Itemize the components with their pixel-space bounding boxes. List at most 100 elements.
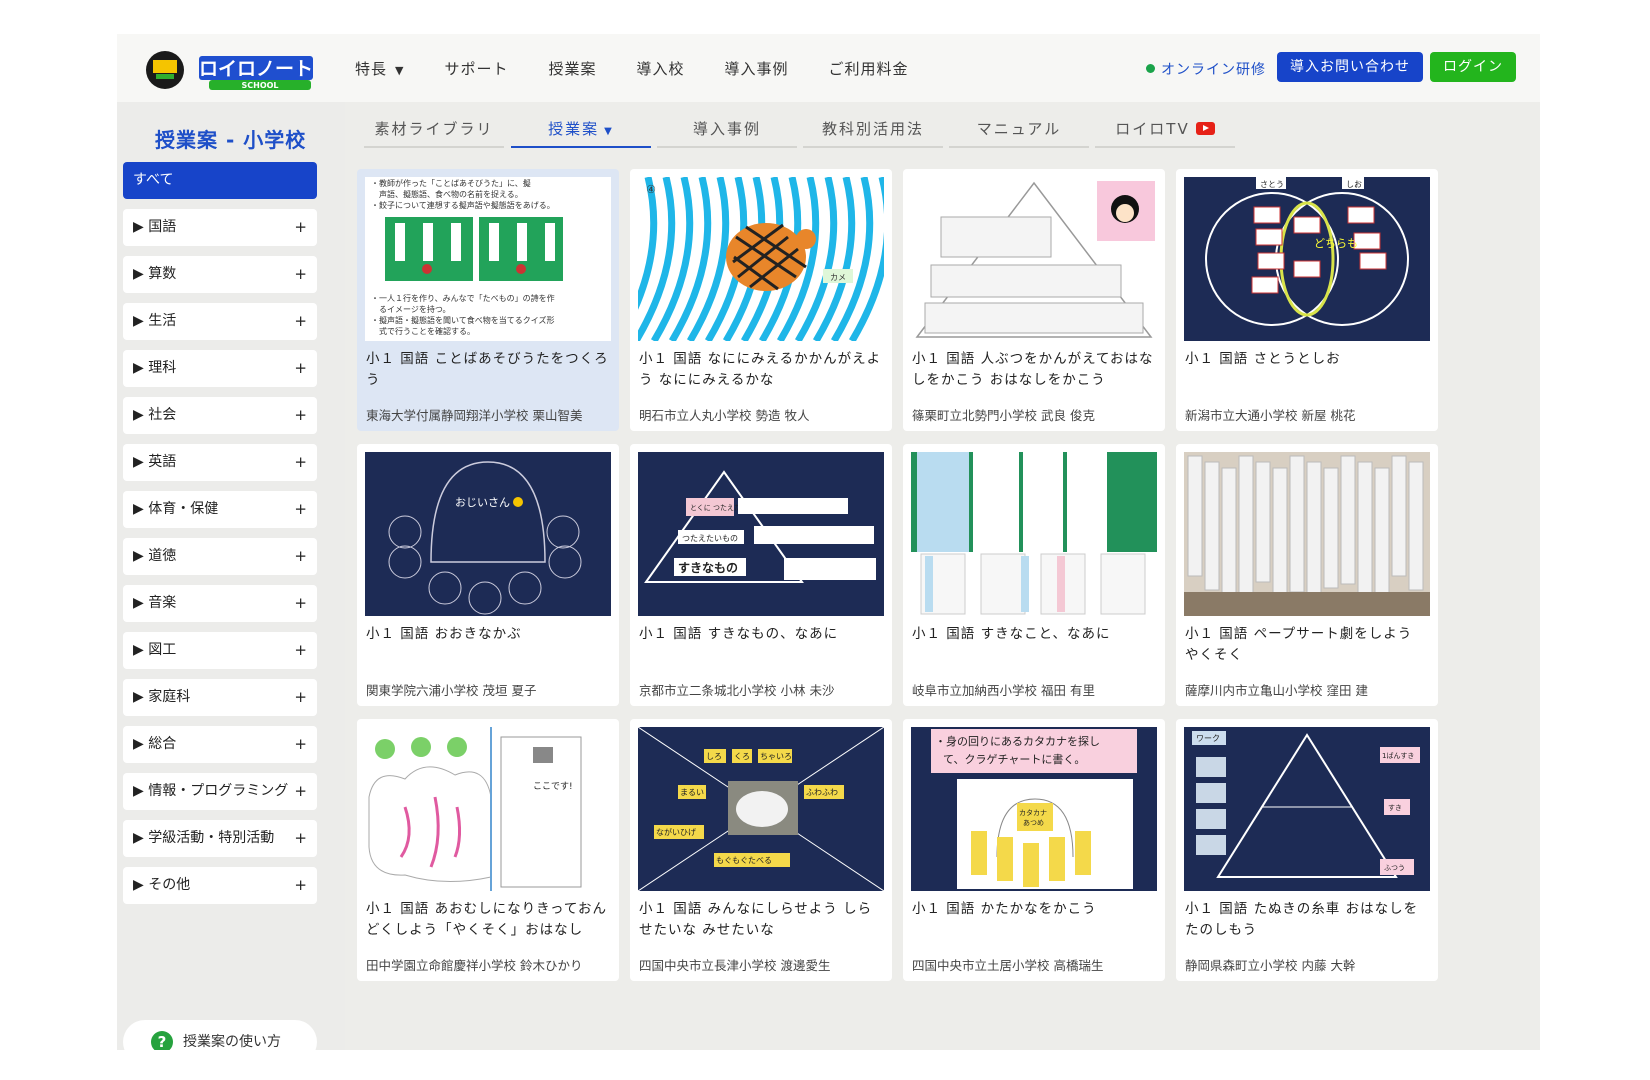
svg-text:しお: しお xyxy=(1346,180,1362,189)
lesson-card[interactable]: さとう しおどちらも小１ 国語 さとうとしお 新潟市立大通小学校 新屋 桃花 xyxy=(1176,169,1438,431)
sidebar-category-item[interactable]: ▶ 体育・保健 + xyxy=(123,491,317,528)
lesson-card[interactable]: ここです! 小１ 国語 あおむしになりきっておんどくしよう「やくそく」おはなしを…… xyxy=(357,719,619,981)
login-button[interactable]: ログイン xyxy=(1430,52,1516,82)
lesson-card[interactable]: しろ くろ ちゃいろ まるい ふわふわ ながいひげ もぐもぐたべる 小１ 国語 みんなにしらせ… xyxy=(630,719,892,981)
svg-text:カタカナ: カタカナ xyxy=(1019,808,1047,817)
logo-sub: SCHOOL xyxy=(241,81,278,90)
svg-text:まるい: まるい xyxy=(680,788,704,797)
sidebar-category-item[interactable]: ▶ 生活 + xyxy=(123,303,317,340)
lesson-thumbnail: とくに つたえたいもの つたえたいもの すきなもの xyxy=(638,452,884,616)
sidebar-category-item[interactable]: すべて xyxy=(123,162,317,199)
sidebar-category-item[interactable]: ▶ 総合 + xyxy=(123,726,317,763)
lesson-card[interactable]: とくに つたえたいもの つたえたいもの すきなもの 小１ 国語 すきなもの、なあに 京都… xyxy=(630,444,892,706)
online-training-link[interactable]: オンライン研修 xyxy=(1146,59,1266,79)
nav-pricing[interactable]: ご利用料金 xyxy=(829,58,909,79)
howto-button[interactable]: ? 授業案の使い方 xyxy=(123,1020,317,1050)
sidebar-category-item[interactable]: ▶ 社会 + xyxy=(123,397,317,434)
category-label: ▶ 図工 xyxy=(133,642,177,658)
lesson-title: 小１ 国語 ことばあそびうたをつくろう xyxy=(366,351,609,388)
plus-icon: + xyxy=(294,547,307,565)
lesson-author: 新潟市立大通小学校 新屋 桃花 xyxy=(1185,408,1356,423)
lesson-author: 明石市立人丸小学校 勢造 牧人 xyxy=(639,408,810,423)
logo[interactable]: ロイロノート SCHOOL xyxy=(145,44,321,92)
lesson-card[interactable]: ワーク 1ばんすき すき ふつう 小１ 国語 たぬきの糸車 おはなしをたのしもう 静岡県森… xyxy=(1176,719,1438,981)
category-label: ▶ 体育・保健 xyxy=(133,501,219,517)
sidebar-category-item[interactable]: ▶ 理科 + xyxy=(123,350,317,387)
lesson-title: 小１ 国語 みんなにしらせよう しらせたいな みせたいな xyxy=(639,901,873,938)
svg-text:1ばんすき: 1ばんすき xyxy=(1382,751,1414,760)
lesson-card[interactable]: 小１ 国語 すきなこと、なあに 岐阜市立加納西小学校 福田 有里 xyxy=(903,444,1165,706)
sidebar-category-item[interactable]: ▶ 道徳 + xyxy=(123,538,317,575)
lesson-card[interactable]: 小１ 国語 人ぶつをかんがえておはなしをかこう おはなしをかこう 篠栗町立北勢門小… xyxy=(903,169,1165,431)
lesson-title: 小１ 国語 さとうとしお xyxy=(1185,351,1341,367)
tab-material-library[interactable]: 素材ライブラリ xyxy=(364,118,504,148)
category-label: ▶ 道徳 xyxy=(133,548,177,564)
contact-button[interactable]: 導入お問い合わせ xyxy=(1277,52,1423,82)
lesson-card[interactable]: おじいさん 小１ 国語 おおきなかぶ 関東学院六浦小学校 茂垣 夏子 xyxy=(357,444,619,706)
svg-text:ワーク: ワーク xyxy=(1196,734,1220,743)
category-label: ▶ 算数 xyxy=(133,266,177,282)
lesson-thumbnail xyxy=(911,177,1157,341)
svg-text:おじいさん: おじいさん xyxy=(455,496,510,509)
sidebar-category-item[interactable]: ▶ 学級活動・特別活動 + xyxy=(123,820,317,857)
lesson-author: 四国中央市立長津小学校 渡邊愛生 xyxy=(639,958,831,973)
svg-text:ちゃいろ: ちゃいろ xyxy=(760,752,792,761)
tab-lesson-plans[interactable]: 授業案 ▼ xyxy=(511,118,651,148)
category-label: ▶ 学級活動・特別活動 xyxy=(133,830,275,846)
svg-text:くろ: くろ xyxy=(734,752,750,761)
svg-text:ここです!: ここです! xyxy=(533,781,573,792)
lesson-title: 小１ 国語 たぬきの糸車 おはなしをたのしもう xyxy=(1185,901,1419,938)
status-dot-icon xyxy=(1146,64,1155,73)
lesson-author: 田中学園立命館慶祥小学校 鈴木ひかり xyxy=(366,958,583,973)
sidebar-category-item[interactable]: ▶ 英語 + xyxy=(123,444,317,481)
nav-features[interactable]: 特長 ▼ xyxy=(355,58,404,79)
tab-manual[interactable]: マニュアル xyxy=(949,118,1089,148)
plus-icon: + xyxy=(294,876,307,894)
sidebar-category-item[interactable]: ▶ 図工 + xyxy=(123,632,317,669)
svg-text:④: ④ xyxy=(646,183,656,196)
sidebar-category-item[interactable]: ▶ 国語 + xyxy=(123,209,317,246)
svg-text:しろ: しろ xyxy=(706,752,722,761)
tab-subject-usage[interactable]: 教科別活用法 xyxy=(803,118,943,148)
sidebar-category-item[interactable]: ▶ 音楽 + xyxy=(123,585,317,622)
lesson-author: 四国中央市立土居小学校 高橋瑞生 xyxy=(912,958,1104,973)
tab-case-studies[interactable]: 導入事例 xyxy=(657,118,797,148)
lesson-card[interactable]: ・身の回りにあるカタカナを探し て、クラゲチャートに書く。 カタカナ あつめ 小１ 国語… xyxy=(903,719,1165,981)
plus-icon: + xyxy=(294,641,307,659)
tab-loilo-tv[interactable]: ロイロTV xyxy=(1095,118,1235,148)
category-label: ▶ 理科 xyxy=(133,360,177,376)
sidebar-category-item[interactable]: ▶ 算数 + xyxy=(123,256,317,293)
app-window: ロイロノート SCHOOL 特長 ▼ サポート 授業案 導入校 導入事例 ご利用料… xyxy=(117,34,1540,1050)
nav-schools[interactable]: 導入校 xyxy=(637,58,685,79)
plus-icon: + xyxy=(294,735,307,753)
lesson-thumbnail: ワーク 1ばんすき すき ふつう xyxy=(1184,727,1430,891)
svg-text:ふわふわ: ふわふわ xyxy=(806,788,838,797)
svg-text:・教師が作った「ことばあそびうた」に、擬: ・教師が作った「ことばあそびうた」に、擬 xyxy=(371,178,531,188)
category-label: ▶ 音楽 xyxy=(133,595,177,611)
category-label: ▶ 総合 xyxy=(133,736,177,752)
svg-text:すきなもの: すきなもの xyxy=(678,561,738,575)
plus-icon: + xyxy=(294,406,307,424)
lesson-card[interactable]: ④ カメ 小１ 国語 なににみえるかかんがえよう なににみえるかな 明石市立人丸小学校… xyxy=(630,169,892,431)
category-label: ▶ 生活 xyxy=(133,313,177,329)
sidebar-category-item[interactable]: ▶ 情報・プログラミング + xyxy=(123,773,317,810)
help-icon: ? xyxy=(151,1031,173,1050)
svg-text:どちらも: どちらも xyxy=(1314,237,1358,250)
lesson-card[interactable]: 小１ 国語 ペープサート劇をしよう やくそく 薩摩川内市立亀山小学校 窪田 建 xyxy=(1176,444,1438,706)
lesson-thumbnail xyxy=(1184,452,1430,616)
nav-lesson-plans[interactable]: 授業案 xyxy=(549,58,597,79)
lesson-title: 小１ 国語 あおむしになりきっておんどくしよう「やくそく」おはなしを… xyxy=(366,901,607,938)
nav-case-studies[interactable]: 導入事例 xyxy=(725,58,789,79)
svg-text:ふつう: ふつう xyxy=(1384,864,1405,872)
sidebar-category-item[interactable]: ▶ その他 + xyxy=(123,867,317,904)
svg-text:声語、擬態語、食べ物の名前を捉える。: 声語、擬態語、食べ物の名前を捉える。 xyxy=(379,189,523,199)
svg-text:ながいひげ: ながいひげ xyxy=(656,827,696,837)
plus-icon: + xyxy=(294,594,307,612)
svg-text:カメ: カメ xyxy=(830,273,846,282)
nav-support[interactable]: サポート xyxy=(444,58,508,79)
lesson-card[interactable]: ・教師が作った「ことばあそびうた」に、擬 声語、擬態語、食べ物の名前を捉える。 ・餃… xyxy=(357,169,619,431)
lesson-title: 小１ 国語 人ぶつをかんがえておはなしをかこう おはなしをかこう xyxy=(912,351,1154,388)
sidebar-category-item[interactable]: ▶ 家庭科 + xyxy=(123,679,317,716)
svg-text:・擬声語・擬態語を聞いて食べ物を当てるクイズ形: ・擬声語・擬態語を聞いて食べ物を当てるクイズ形 xyxy=(371,315,555,325)
svg-text:さとう: さとう xyxy=(1260,180,1284,189)
